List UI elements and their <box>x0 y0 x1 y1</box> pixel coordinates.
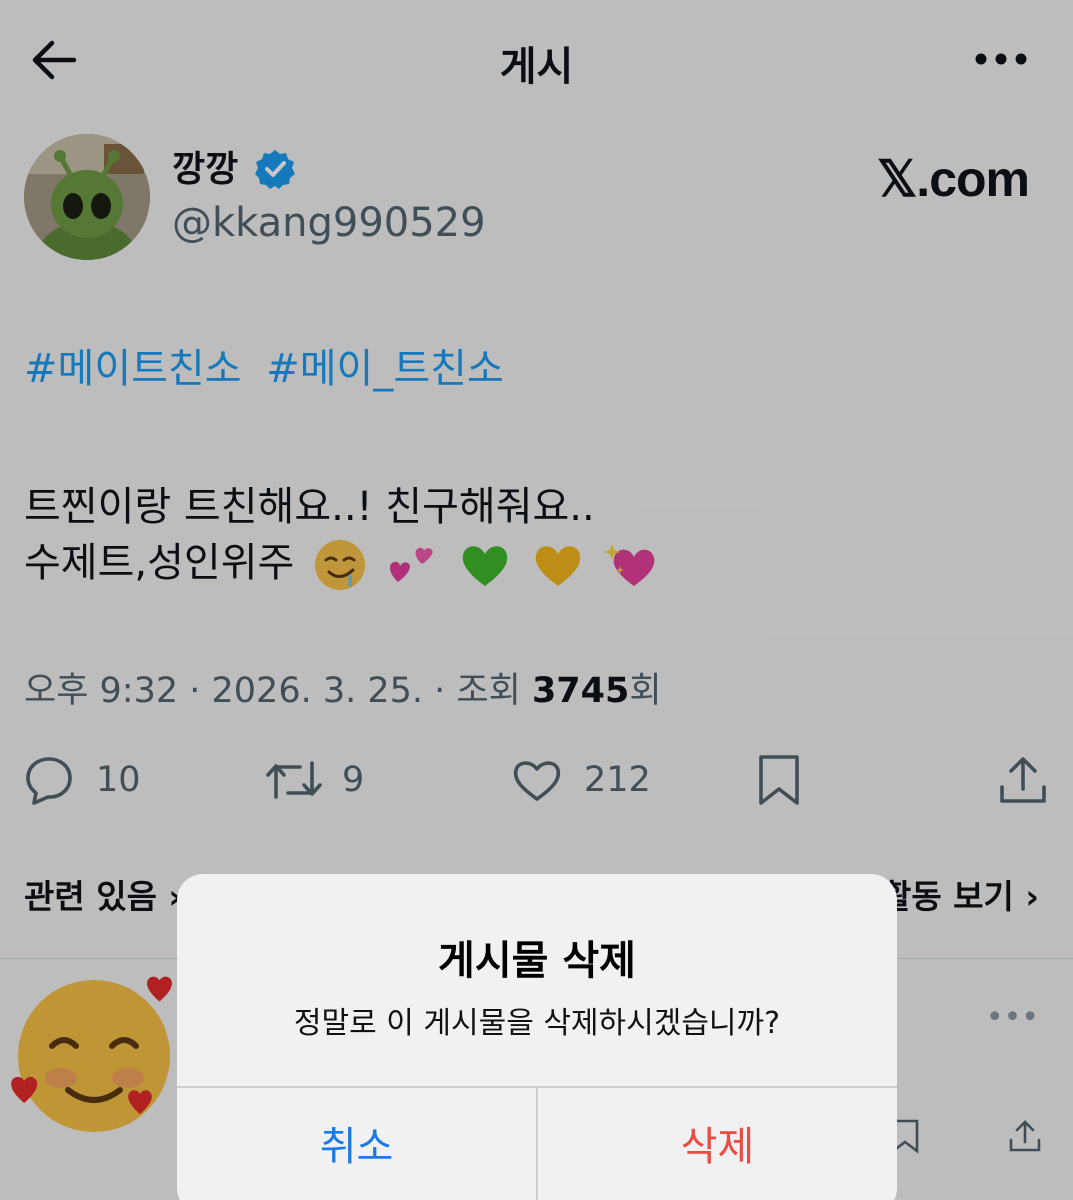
delete-confirm-dialog: 게시물 삭제 정말로 이 게시물을 삭제하시겠습니까? 취소 삭제 <box>177 874 897 1200</box>
delete-button[interactable]: 삭제 <box>538 1088 897 1198</box>
dialog-title: 게시물 삭제 <box>438 938 636 984</box>
dialog-message: 정말로 이 게시물을 삭제하시겠습니까? <box>293 1006 781 1041</box>
cancel-button[interactable]: 취소 <box>177 1088 536 1198</box>
post-detail-screen: 게시 깡깡 @kkang990529 𝕏.com #메이트친소 #메이_트친소 … <box>0 0 1073 1200</box>
